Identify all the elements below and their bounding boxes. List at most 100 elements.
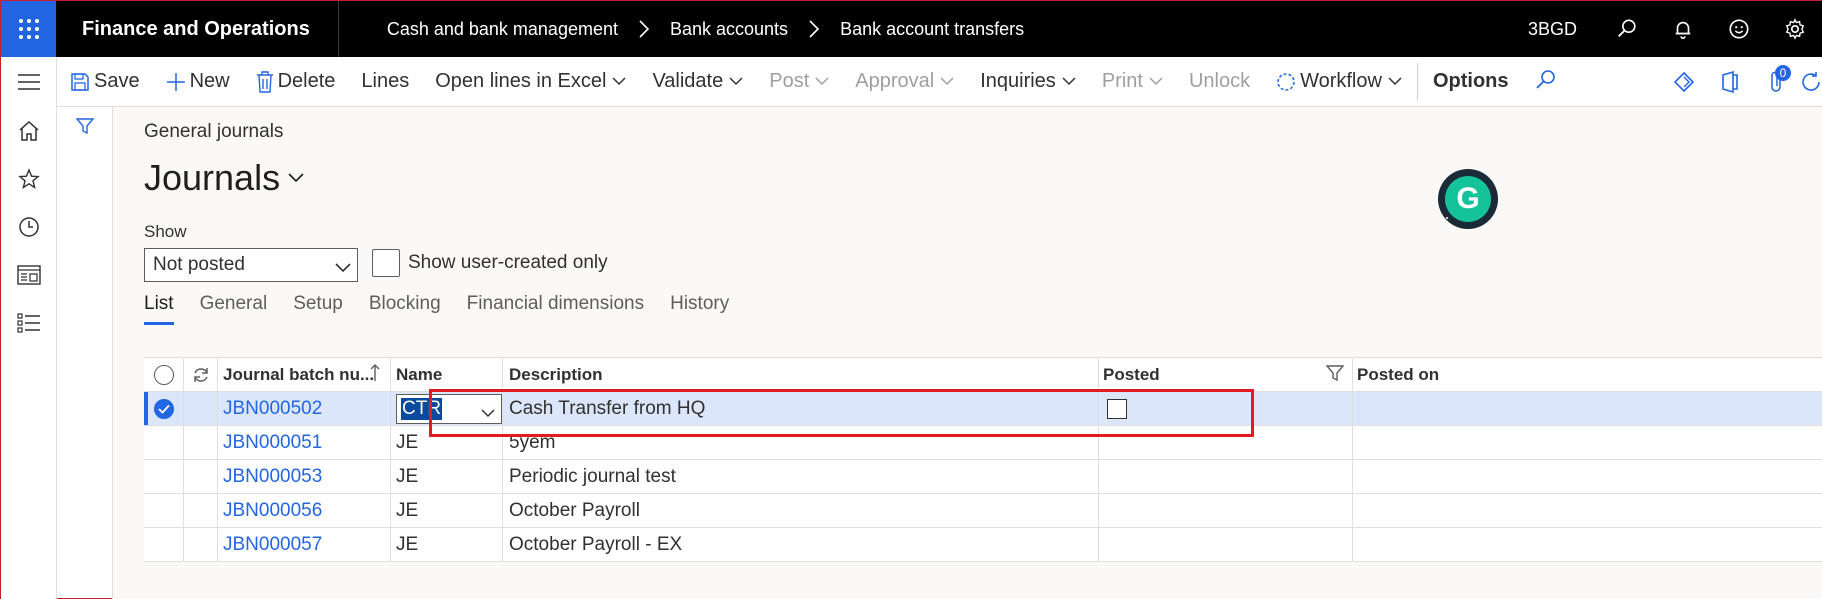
app-name[interactable]: Finance and Operations	[56, 1, 339, 57]
row-select-cell[interactable]	[144, 528, 184, 561]
name-input-value: CTR	[401, 397, 443, 420]
drag-handle-icon[interactable]	[1441, 216, 1451, 226]
batch-number-text: JBN000051	[223, 431, 323, 453]
clock-recent-icon[interactable]	[1, 203, 57, 251]
row-select-radio[interactable]	[144, 392, 184, 425]
inquiries-button[interactable]: Inquiries	[967, 57, 1089, 107]
row-spacer	[184, 426, 218, 459]
batch-number-link[interactable]: JBN000053	[218, 460, 391, 493]
tab-general[interactable]: General	[200, 293, 268, 325]
delete-button[interactable]: Delete	[243, 57, 349, 107]
tab-list[interactable]: List	[144, 293, 174, 325]
company-picker[interactable]: 3BGD	[1528, 19, 1577, 40]
column-header-posted-on-label: Posted on	[1357, 364, 1440, 384]
smiley-feedback-icon[interactable]	[1711, 1, 1767, 57]
attachment-count-badge: 0	[1775, 65, 1791, 81]
search-icon[interactable]	[1599, 1, 1655, 57]
filter-pane	[57, 107, 113, 599]
batch-number-link[interactable]: JBN000502	[218, 392, 391, 425]
inquiries-label: Inquiries	[980, 70, 1056, 92]
chevron-down-icon	[1388, 77, 1402, 86]
description-cell[interactable]: Periodic journal test	[503, 460, 1099, 493]
name-lookup-input[interactable]: CTR	[396, 393, 502, 424]
filter-icon[interactable]	[74, 117, 95, 599]
grammarly-button[interactable]: G	[1438, 169, 1498, 229]
tab-blocking[interactable]: Blocking	[369, 293, 441, 325]
description-cell[interactable]: Cash Transfer from HQ	[503, 392, 1099, 425]
row-select-cell[interactable]	[144, 494, 184, 527]
table-row[interactable]: JBN000053 JE Periodic journal test	[144, 460, 1822, 494]
lines-button[interactable]: Lines	[348, 57, 422, 107]
approval-button[interactable]: Approval	[842, 57, 967, 107]
tab-setup[interactable]: Setup	[293, 293, 343, 325]
refresh-icon[interactable]	[184, 358, 218, 391]
column-header-batch[interactable]: Journal batch nu...	[218, 358, 391, 391]
show-user-created-only-checkbox[interactable]: Show user-created only	[372, 249, 608, 277]
row-select-cell[interactable]	[144, 426, 184, 459]
new-button[interactable]: New	[153, 57, 243, 107]
approval-label: Approval	[855, 70, 935, 92]
validate-button[interactable]: Validate	[639, 57, 756, 107]
column-header-posted[interactable]: Posted	[1099, 358, 1353, 391]
page-title[interactable]: Journals	[144, 157, 304, 199]
open-in-excel-button[interactable]: Open lines in Excel	[422, 57, 639, 107]
name-cell[interactable]: JE	[391, 494, 503, 527]
table-row[interactable]: JBN000057 JE October Payroll - EX	[144, 528, 1822, 562]
app-launcher-icon[interactable]	[1, 1, 56, 57]
description-text: 5yem	[509, 431, 556, 453]
name-cell[interactable]: JE	[391, 460, 503, 493]
name-text: JE	[396, 465, 419, 487]
chevron-down-icon[interactable]	[481, 402, 495, 424]
save-icon	[70, 72, 90, 92]
options-tab[interactable]: Options	[1420, 57, 1522, 107]
description-text: October Payroll	[509, 499, 640, 521]
modules-list-icon[interactable]	[1, 299, 57, 347]
post-button[interactable]: Post	[756, 57, 842, 107]
description-cell[interactable]: October Payroll	[503, 494, 1099, 527]
description-cell[interactable]: 5yem	[503, 426, 1099, 459]
column-header-description-label: Description	[509, 364, 603, 384]
row-select-cell[interactable]	[144, 460, 184, 493]
table-row[interactable]: JBN000502 CTR Cash Transfer from HQ	[144, 392, 1822, 426]
tab-history[interactable]: History	[670, 293, 729, 325]
breadcrumb-item-bank-accounts[interactable]: Bank accounts	[664, 19, 794, 40]
breadcrumb-item-bank-account-transfers[interactable]: Bank account transfers	[834, 19, 1030, 40]
name-cell[interactable]: JE	[391, 426, 503, 459]
posted-cell	[1099, 460, 1353, 493]
show-dropdown[interactable]: Not posted	[144, 248, 358, 282]
column-header-description[interactable]: Description	[503, 358, 1099, 391]
workflow-button[interactable]: Workflow	[1263, 57, 1415, 107]
posted-checkbox[interactable]	[1107, 398, 1127, 419]
action-search-button[interactable]	[1522, 57, 1570, 107]
power-apps-icon[interactable]	[1661, 57, 1707, 107]
name-cell[interactable]: CTR	[391, 392, 503, 425]
workspaces-icon[interactable]	[1, 251, 57, 299]
table-row[interactable]: JBN000051 JE 5yem	[144, 426, 1822, 460]
workflow-icon	[1276, 72, 1296, 92]
gear-icon[interactable]	[1767, 1, 1822, 57]
refresh-icon[interactable]	[1799, 57, 1822, 107]
grid-header-row: Journal batch nu... Name Description Pos…	[144, 358, 1822, 392]
hamburger-menu-icon[interactable]	[1, 57, 57, 107]
description-cell[interactable]: October Payroll - EX	[503, 528, 1099, 561]
bell-icon[interactable]	[1655, 1, 1711, 57]
tab-financial-dimensions[interactable]: Financial dimensions	[467, 293, 644, 325]
breadcrumb-item-cash-bank[interactable]: Cash and bank management	[381, 19, 624, 40]
post-label: Post	[769, 70, 810, 92]
batch-number-link[interactable]: JBN000056	[218, 494, 391, 527]
home-icon[interactable]	[1, 107, 57, 155]
table-row[interactable]: JBN000056 JE October Payroll	[144, 494, 1822, 528]
star-favorites-icon[interactable]	[1, 155, 57, 203]
print-button[interactable]: Print	[1089, 57, 1176, 107]
batch-number-link[interactable]: JBN000057	[218, 528, 391, 561]
save-button[interactable]: Save	[57, 57, 153, 107]
column-header-name[interactable]: Name	[391, 358, 503, 391]
name-cell[interactable]: JE	[391, 528, 503, 561]
office-icon[interactable]	[1707, 57, 1753, 107]
column-header-posted-on[interactable]: Posted on	[1353, 358, 1593, 391]
checkbox-box[interactable]	[372, 249, 400, 277]
attachments-icon[interactable]: 0	[1753, 57, 1799, 107]
unlock-button[interactable]: Unlock	[1176, 57, 1263, 107]
batch-number-link[interactable]: JBN000051	[218, 426, 391, 459]
select-all-radio[interactable]	[144, 358, 184, 391]
